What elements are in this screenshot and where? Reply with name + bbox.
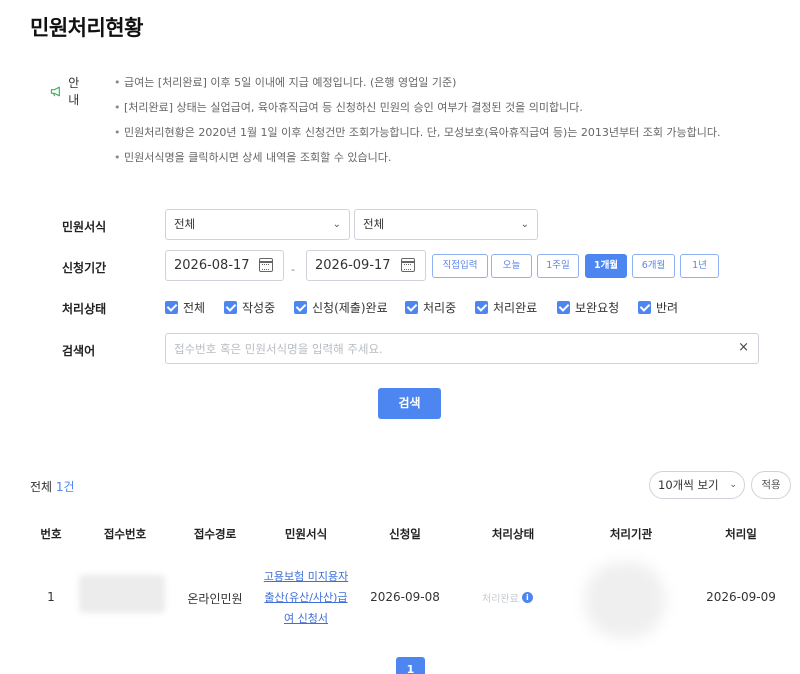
status-checkbox-all[interactable]: 전체: [165, 299, 205, 316]
status-checkbox-submitted[interactable]: 신청(제출)완료: [294, 299, 388, 316]
apply-button[interactable]: 적용: [751, 471, 791, 499]
notice-item: 민원서식명을 클릭하시면 상세 내역을 조회할 수 있습니다.: [114, 149, 800, 174]
period-button-1year[interactable]: 1년: [680, 254, 719, 278]
form-link-line[interactable]: 고용보험 미지용자: [260, 566, 352, 587]
total-number: 1건: [55, 480, 75, 494]
checkbox-label: 반려: [656, 301, 679, 315]
chevron-down-icon: ⌄: [332, 219, 341, 230]
calendar-icon[interactable]: [401, 258, 415, 272]
search-button[interactable]: 검색: [378, 388, 441, 419]
notice-item: 민원처리현황은 2020년 1월 1일 이후 신청건만 조회가능합니다. 단, …: [114, 124, 800, 149]
column-header-no: 번호: [40, 527, 62, 541]
form-type-select-primary[interactable]: 전체 ⌄: [165, 209, 350, 240]
row-processed-date: 2026-09-09: [706, 590, 776, 604]
checkbox-label: 작성중: [242, 301, 276, 315]
keyword-input[interactable]: [166, 334, 726, 363]
form-link-line[interactable]: 여 신청서: [260, 608, 352, 629]
date-value: 2026-09-17: [315, 258, 391, 273]
checkbox-checked-icon[interactable]: [165, 301, 178, 314]
date-to-input[interactable]: 2026-09-17: [306, 250, 426, 281]
redacted-receipt-no: [79, 575, 165, 613]
checkbox-checked-icon[interactable]: [557, 301, 570, 314]
row-no: 1: [47, 590, 55, 604]
redacted-agency: [585, 562, 665, 638]
status-text: 처리완료: [482, 594, 519, 605]
checkbox-label: 처리중: [423, 301, 457, 315]
row-route: 온라인민원: [187, 592, 243, 606]
status-checkbox-processing[interactable]: 처리중: [405, 299, 456, 316]
total-prefix: 전체: [30, 480, 56, 494]
row-status: 처리완료 i: [482, 590, 533, 605]
column-header-status: 처리상태: [491, 527, 535, 541]
column-header-route: 접수경로: [193, 527, 237, 541]
column-header-agency: 처리기관: [609, 527, 653, 541]
checkbox-checked-icon[interactable]: [405, 301, 418, 314]
column-header-receipt-no: 접수번호: [103, 527, 147, 541]
notice-label: 안내: [68, 76, 80, 107]
status-checkbox-rejected[interactable]: 반려: [638, 299, 678, 316]
checkbox-checked-icon[interactable]: [638, 301, 651, 314]
checkbox-checked-icon[interactable]: [294, 301, 307, 314]
checkbox-checked-icon[interactable]: [224, 301, 237, 314]
checkbox-label: 처리완료: [493, 301, 538, 315]
keyword-label: 검색어: [62, 344, 96, 358]
row-applied-date: 2026-09-08: [370, 590, 440, 604]
form-link-line[interactable]: 출산(유산/사산)급: [260, 587, 352, 608]
page-size-select[interactable]: 10개씩 보기 ⌄: [649, 471, 745, 499]
notice-item: 급여는 [처리완료] 이후 5일 이내에 지급 예정입니다. (은행 영업일 기…: [114, 74, 800, 99]
info-icon[interactable]: i: [521, 592, 533, 603]
select-value: 전체: [363, 217, 385, 231]
period-label: 신청기간: [62, 261, 107, 275]
checkbox-label: 신청(제출)완료: [312, 301, 388, 315]
keyword-field[interactable]: ×: [165, 333, 759, 364]
status-checkbox-supplement[interactable]: 보완요청: [557, 299, 619, 316]
column-header-form: 민원서식: [284, 527, 328, 541]
column-header-applied-date: 신청일: [389, 527, 421, 541]
row-form-link[interactable]: 고용보험 미지용자 출산(유산/사산)급 여 신청서: [260, 566, 352, 629]
period-button-custom[interactable]: 직접입력: [432, 254, 488, 278]
column-header-processed-date: 처리일: [725, 527, 757, 541]
checkbox-label: 전체: [183, 301, 206, 315]
status-checkbox-completed[interactable]: 처리완료: [475, 299, 537, 316]
form-type-label: 민원서식: [62, 220, 107, 234]
form-type-select-secondary[interactable]: 전체 ⌄: [354, 209, 538, 240]
select-value: 10개씩 보기: [658, 478, 719, 492]
pagination-page-current[interactable]: 1: [396, 657, 425, 674]
notice-header: 안내: [50, 74, 84, 108]
chevron-down-icon: ⌄: [520, 219, 529, 230]
notice-list: 급여는 [처리완료] 이후 5일 이내에 지급 예정입니다. (은행 영업일 기…: [114, 74, 800, 174]
checkbox-label: 보완요청: [575, 301, 620, 315]
date-from-input[interactable]: 2026-08-17: [165, 250, 284, 281]
period-button-6months[interactable]: 6개월: [632, 254, 675, 278]
total-count: 전체 1건: [30, 478, 75, 495]
select-value: 전체: [174, 217, 196, 231]
date-value: 2026-08-17: [174, 258, 250, 273]
status-checkbox-draft[interactable]: 작성중: [224, 299, 275, 316]
page-title: 민원처리현황: [30, 16, 143, 40]
period-button-1month[interactable]: 1개월: [585, 254, 627, 278]
period-button-1week[interactable]: 1주일: [537, 254, 579, 278]
clear-icon[interactable]: ×: [738, 340, 749, 355]
calendar-icon[interactable]: [259, 258, 273, 272]
status-label: 처리상태: [62, 302, 107, 316]
period-button-today[interactable]: 오늘: [491, 254, 532, 278]
date-separator: -: [291, 263, 295, 276]
chevron-down-icon: ⌄: [729, 480, 737, 490]
checkbox-checked-icon[interactable]: [475, 301, 488, 314]
notice-item: [처리완료] 상태는 실업급여, 육아휴직급여 등 신청하신 민원의 승인 여부…: [114, 99, 800, 124]
megaphone-icon: [50, 86, 60, 96]
